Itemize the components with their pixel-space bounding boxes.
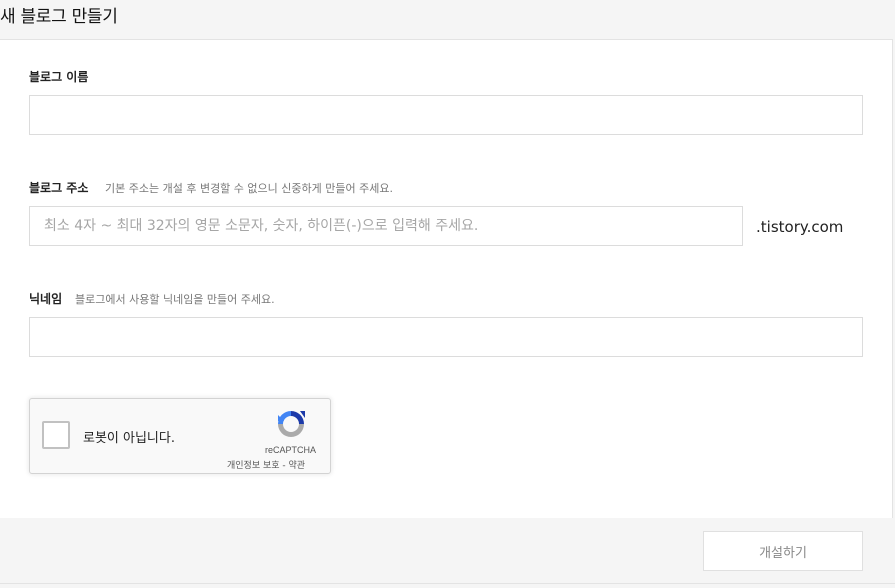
create-blog-button[interactable]: 개설하기 xyxy=(703,531,863,571)
nickname-label: 닉네임 xyxy=(29,292,63,306)
blog-address-label: 블로그 주소 xyxy=(29,181,89,195)
blog-name-input[interactable] xyxy=(29,95,863,135)
blog-name-label: 블로그 이름 xyxy=(29,70,89,84)
recaptcha-privacy-link[interactable]: 개인정보 보호 xyxy=(227,461,280,471)
recaptcha-brand: reCAPTCHA xyxy=(265,445,317,455)
form-footer: 개설하기 xyxy=(0,518,895,588)
recaptcha-checkbox[interactable] xyxy=(42,421,70,449)
page-header: 새 블로그 만들기 xyxy=(0,0,895,40)
recaptcha-links: 개인정보 보호 - 약관 xyxy=(227,458,305,471)
recaptcha-logo-icon xyxy=(278,411,305,437)
blog-address-input[interactable] xyxy=(29,206,743,246)
page-title: 새 블로그 만들기 xyxy=(0,7,118,27)
recaptcha-terms-link[interactable]: 약관 xyxy=(289,461,306,471)
recaptcha-link-separator: - xyxy=(279,461,289,471)
recaptcha-widget: 로봇이 아닙니다. reCAPTCHA 개인정보 보호 - 약관 xyxy=(29,398,331,474)
blog-address-suffix: .tistory.com xyxy=(756,218,844,236)
recaptcha-label: 로봇이 아닙니다. xyxy=(83,431,175,446)
blog-address-hint: 기본 주소는 개설 후 변경할 수 없으니 신중하게 만들어 주세요. xyxy=(105,182,393,195)
nickname-input[interactable] xyxy=(29,317,863,357)
nickname-hint: 블로그에서 사용할 닉네임을 만들어 주세요. xyxy=(75,293,275,306)
footer-divider xyxy=(0,583,895,584)
